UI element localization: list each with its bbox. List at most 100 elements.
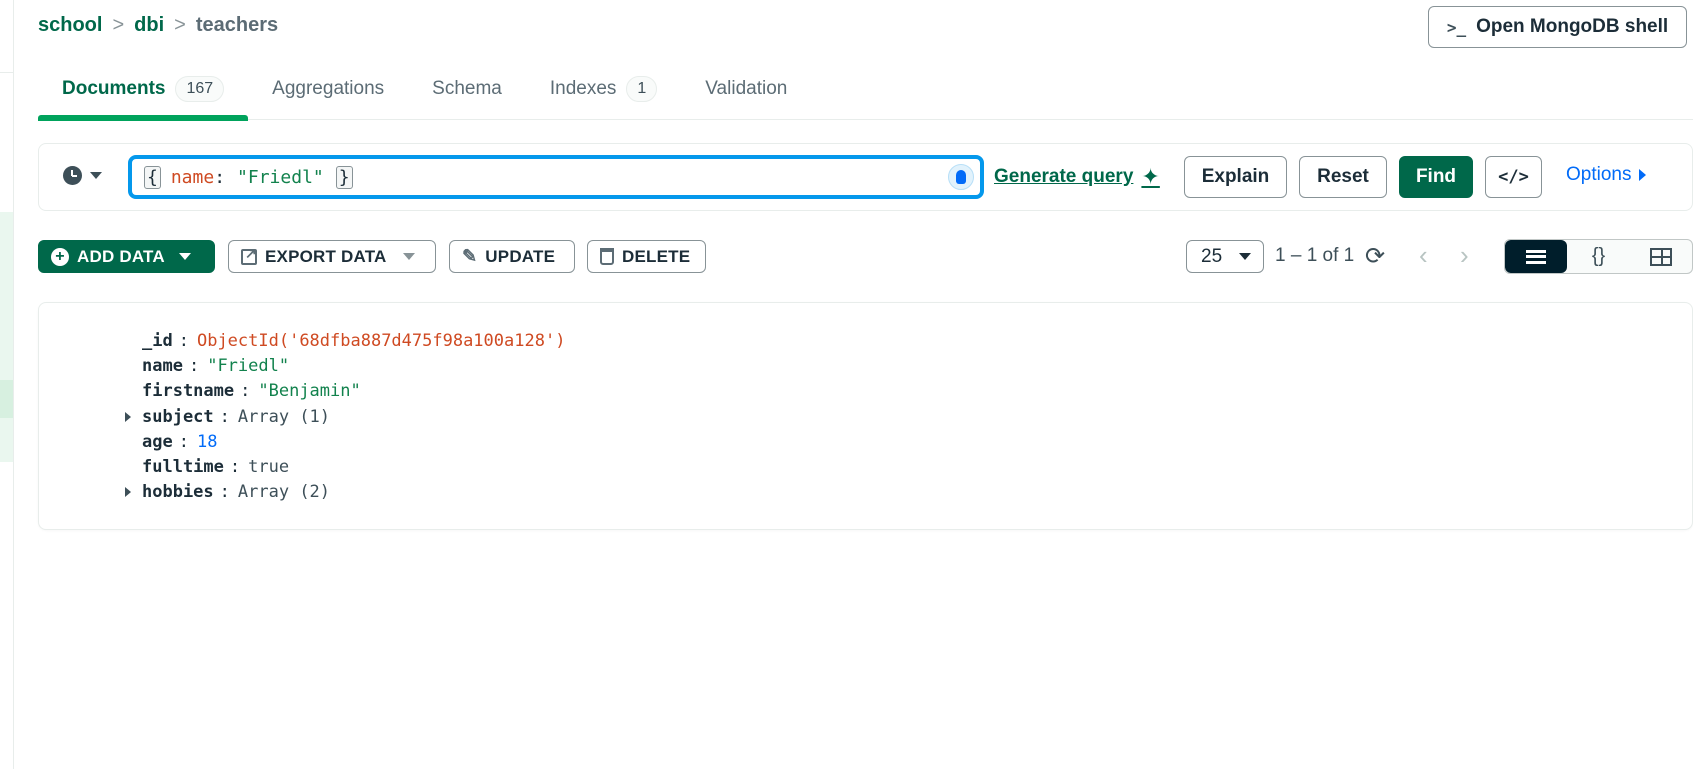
refresh-icon[interactable]: ⟳ [1365,242,1385,271]
expand-hobbies-icon[interactable] [125,487,131,497]
lightbulb-icon[interactable] [948,164,974,190]
field-value: "Benjamin" [258,381,361,401]
indexes-count-badge: 1 [626,76,658,102]
page-size-select[interactable]: 25 [1186,240,1264,273]
pagination-range: 1 – 1 of 1 [1275,245,1355,266]
tab-validation[interactable]: Validation [681,58,811,120]
field-colon: : [188,356,200,376]
shell-icon: >_ [1446,17,1467,37]
field-colon: : [178,432,189,452]
chevron-right-icon[interactable]: › [1460,240,1469,271]
filter-colon: : [214,166,226,188]
chevron-left-icon[interactable]: ‹ [1419,240,1428,271]
field-row: firstname : "Benjamin" [142,379,361,403]
open-brace: { [144,165,161,189]
trash-icon [600,248,614,265]
delete-label: DELETE [622,246,691,266]
list-view-button[interactable] [1505,240,1568,273]
field-key: name [142,356,183,376]
open-shell-button[interactable]: >_ Open MongoDB shell [1428,6,1687,48]
caret-down-icon [178,253,191,260]
breadcrumb-cluster[interactable]: school [38,14,102,37]
json-view-button[interactable]: {} [1567,240,1629,273]
caret-down-icon [90,172,102,179]
chevron-right-icon: > [174,14,186,36]
breadcrumb-collection: teachers [195,14,279,36]
update-button[interactable]: ✎ UPDATE [449,240,575,273]
tab-label: Documents [62,78,166,99]
tab-aggregations[interactable]: Aggregations [248,58,408,120]
options-label: Options [1566,164,1632,185]
breadcrumb: school > dbi > teachers [38,14,278,37]
field-row: name : "Friedl" [142,354,289,378]
field-row: hobbies : Array (2) [142,480,330,504]
sparkle-icon: ✦ [1141,164,1160,189]
open-shell-label: Open MongoDB shell [1476,16,1669,37]
filter-input[interactable]: { name : "Friedl" } [128,155,984,199]
field-key: fulltime [142,457,224,477]
tab-label: Schema [432,78,502,99]
sidebar-divider [0,72,13,73]
field-value: 18 [196,432,218,452]
export-data-button[interactable]: EXPORT DATA [228,240,436,273]
caret-down-icon [1239,253,1251,260]
tab-indexes[interactable]: Indexes 1 [526,58,681,120]
pencil-icon: ✎ [462,246,478,266]
update-label: UPDATE [485,246,556,266]
sidebar-selected-item[interactable] [0,380,13,418]
filter-key: name [170,166,215,188]
expand-subject-icon[interactable] [125,412,131,422]
field-value: Array (1) [237,407,331,427]
table-icon [1649,247,1672,266]
tab-documents[interactable]: Documents 167 [38,58,249,121]
chevron-right-icon: > [112,14,125,36]
field-row: subject : Array (1) [142,405,330,429]
field-colon: : [219,482,230,502]
field-colon: : [178,331,189,351]
field-colon: : [219,407,230,427]
plus-circle-icon: + [51,247,69,266]
tab-label: Aggregations [272,78,385,99]
field-value: ObjectId('68dfba887d475f98a100a128') [196,331,566,351]
view-toggle: {} [1504,239,1693,274]
documents-toolbar: + ADD DATA EXPORT DATA ✎ UPDATE DELETE 2… [38,239,1693,274]
field-value: Array (2) [237,482,331,502]
field-key: _id [142,331,173,351]
field-key: age [142,432,173,452]
caret-right-icon [1639,169,1647,181]
delete-button[interactable]: DELETE [587,240,706,273]
caret-down-icon [402,253,415,260]
field-value: "Friedl" [207,356,290,376]
field-colon: : [229,457,241,477]
export-data-label: EXPORT DATA [265,246,387,266]
page-size-value: 25 [1201,245,1223,267]
document-card[interactable]: _id : ObjectId('68dfba887d475f98a100a128… [38,302,1693,530]
close-brace: } [335,165,353,189]
field-key: subject [142,407,214,427]
documents-count-badge: 167 [175,76,225,102]
field-row: fulltime : true [142,455,289,479]
field-row: age : 18 [142,430,217,454]
add-data-button[interactable]: + ADD DATA [38,240,215,273]
tab-label: Indexes [549,78,617,99]
add-data-label: ADD DATA [77,246,165,266]
options-toggle[interactable]: Options [1566,164,1647,186]
field-value: true [248,457,290,477]
export-icon [241,245,257,265]
clock-icon [63,166,82,185]
breadcrumb-database[interactable]: dbi [134,14,164,37]
field-colon: : [240,381,251,401]
sidebar-highlight [0,212,13,462]
find-button[interactable]: Find [1399,156,1473,198]
generate-query-link[interactable]: Generate query ✦ [994,164,1160,190]
field-key: firstname [142,381,235,401]
tab-schema[interactable]: Schema [408,58,526,120]
code-icon[interactable]: </> [1485,156,1542,198]
reset-button[interactable]: Reset [1299,156,1387,198]
generate-query-label: Generate query [994,166,1134,187]
table-view-button[interactable] [1630,240,1692,273]
field-row: _id : ObjectId('68dfba887d475f98a100a128… [142,329,565,353]
query-history-button[interactable] [63,166,102,185]
collection-tabs: Documents 167 Aggregations Schema Indexe… [38,58,1693,121]
explain-button[interactable]: Explain [1184,156,1287,198]
